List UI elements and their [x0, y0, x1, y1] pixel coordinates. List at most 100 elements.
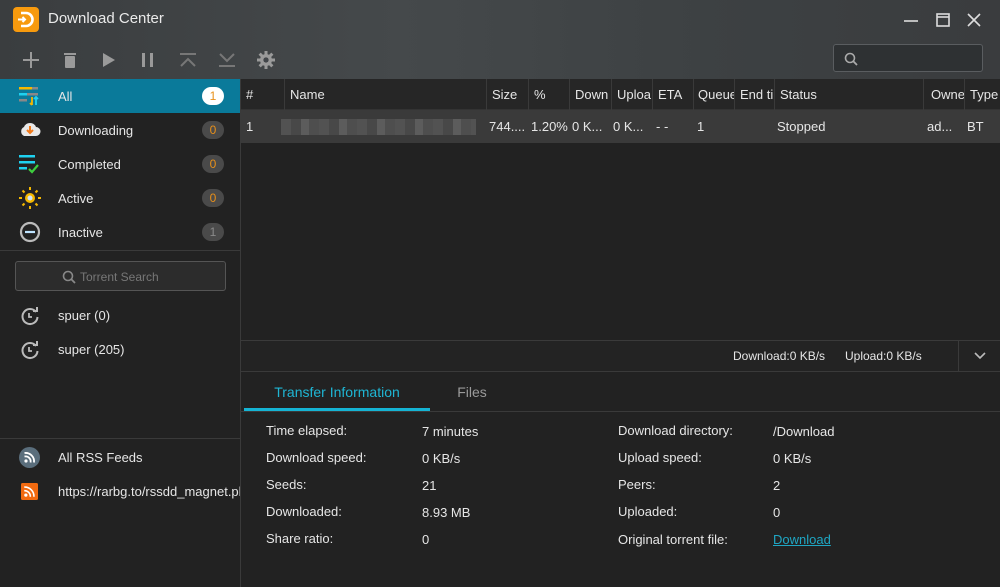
column-header-name[interactable]: Name [284, 79, 486, 110]
cell-eta: - - [656, 119, 669, 134]
close-button[interactable] [964, 10, 984, 30]
collapse-details-button[interactable] [958, 341, 1000, 372]
sidebar-item-all[interactable]: All 1 [0, 79, 240, 113]
count-badge: 0 [202, 189, 224, 207]
info-label: Download directory: [618, 423, 733, 438]
cell-end-time [734, 110, 774, 143]
inactive-minus-circle-icon [19, 221, 41, 243]
maximize-button[interactable] [933, 10, 953, 30]
column-header-percent[interactable]: % [528, 79, 569, 110]
count-badge: 0 [202, 155, 224, 173]
history-refresh-icon [21, 307, 39, 326]
column-header-download[interactable]: Down [569, 79, 611, 110]
move-bottom-button[interactable] [216, 49, 238, 71]
rss-circle-icon [19, 447, 40, 468]
play-icon [103, 53, 115, 67]
settings-button[interactable] [255, 49, 277, 71]
info-value: 21 [422, 478, 437, 493]
minimize-button[interactable] [901, 10, 921, 30]
sidebar-item-label: All [58, 89, 73, 104]
torrent-file-download-link[interactable]: Download [773, 532, 831, 547]
move-top-icon [180, 53, 196, 67]
count-badge: 1 [202, 87, 224, 105]
sidebar-item-completed[interactable]: Completed 0 [0, 147, 240, 181]
saved-search-item[interactable]: spuer (0) [0, 298, 240, 332]
global-search[interactable] [833, 44, 983, 72]
column-header-status[interactable]: Status [774, 79, 923, 110]
info-label: Original torrent file: [618, 532, 728, 547]
rss-feed-item[interactable]: https://rarbg.to/rssdd_magnet.php [0, 474, 240, 508]
transfer-status-bar: Download:0 KB/s Upload:0 KB/s [241, 340, 1000, 372]
column-header-end-time[interactable]: End ti [734, 79, 774, 110]
cell-percent: 1.20% [531, 119, 568, 134]
cell-type: BT [967, 119, 984, 134]
move-top-button[interactable] [177, 49, 199, 71]
info-label: Seeds: [266, 477, 307, 492]
total-upload-speed: Upload:0 KB/s [845, 349, 922, 363]
window-title: Download Center [48, 10, 164, 27]
search-input[interactable] [864, 48, 976, 68]
column-header-queue[interactable]: Queue [693, 79, 734, 110]
resume-button[interactable] [98, 49, 120, 71]
sidebar: All 1 Downloading 0 Completed 0 Active 0… [0, 79, 241, 587]
rss-feed-label: All RSS Feeds [58, 450, 143, 465]
cell-size: 744.... [489, 119, 526, 134]
info-label: Download speed: [266, 450, 367, 465]
sidebar-item-active[interactable]: Active 0 [0, 181, 240, 215]
info-label: Uploaded: [618, 504, 678, 519]
sidebar-item-label: Inactive [58, 225, 103, 240]
table-row[interactable]: 1 744.... 1.20% 0 K... 0 K... - - 1 Stop… [241, 110, 1000, 143]
column-header-type[interactable]: Type [964, 79, 1000, 110]
info-value: 0 KB/s [422, 451, 461, 466]
cell-upload-speed: 0 K... [613, 119, 644, 134]
tab-transfer-information[interactable]: Transfer Information [244, 372, 430, 411]
sidebar-item-label: Active [58, 191, 94, 206]
cell-owner: ad... [927, 119, 953, 134]
cell-queue: 1 [697, 119, 705, 134]
info-value: 0 [773, 505, 781, 520]
column-header-size[interactable]: Size [486, 79, 528, 110]
column-header-eta[interactable]: ETA [652, 79, 693, 110]
plus-icon [23, 52, 39, 68]
sidebar-item-inactive[interactable]: Inactive 1 [0, 215, 240, 249]
search-icon [844, 52, 858, 66]
tab-files[interactable]: Files [430, 372, 514, 411]
column-header-upload[interactable]: Uploa [611, 79, 652, 110]
history-refresh-icon [21, 341, 39, 360]
saved-search-label: super (205) [58, 342, 125, 357]
info-label: Share ratio: [266, 531, 334, 546]
sun-active-icon [19, 187, 41, 209]
torrent-search-placeholder: Torrent Search [80, 270, 159, 284]
info-value: 8.93 MB [422, 505, 471, 520]
saved-search-label: spuer (0) [58, 308, 111, 323]
info-label: Upload speed: [618, 450, 702, 465]
rss-icon [21, 483, 38, 500]
sidebar-item-label: Completed [58, 157, 121, 172]
rss-all-feeds[interactable]: All RSS Feeds [0, 440, 240, 474]
info-value: 0 [422, 532, 430, 547]
details-tabs: Transfer Information Files [241, 372, 1000, 412]
title-bar: Download Center [0, 0, 1000, 79]
info-label: Time elapsed: [266, 423, 348, 438]
delete-button[interactable] [59, 49, 81, 71]
cell-status: Stopped [777, 119, 826, 134]
torrent-search-input[interactable]: Torrent Search [15, 261, 226, 291]
gear-icon [257, 51, 275, 69]
sidebar-item-downloading[interactable]: Downloading 0 [0, 113, 240, 147]
add-button[interactable] [20, 49, 42, 71]
cell-download-speed: 0 K... [572, 119, 603, 134]
download-center-window: Download Center All 1 Downloading 0 Comp… [0, 0, 1000, 587]
column-header-number[interactable]: # [241, 79, 284, 110]
info-value: 7 minutes [422, 424, 479, 439]
table-header: # Name Size % Down Uploa ETA Queue End t… [241, 79, 1000, 110]
saved-search-item[interactable]: super (205) [0, 332, 240, 366]
info-value: /Download [773, 424, 835, 439]
info-label: Downloaded: [266, 504, 342, 519]
cell-name-redacted [281, 119, 476, 135]
cloud-download-icon [21, 123, 41, 136]
count-badge: 0 [202, 121, 224, 139]
total-download-speed: Download:0 KB/s [733, 349, 826, 363]
pause-button[interactable] [137, 49, 159, 71]
main-panel: # Name Size % Down Uploa ETA Queue End t… [241, 79, 1000, 587]
column-header-owner[interactable]: Owne [923, 79, 964, 110]
